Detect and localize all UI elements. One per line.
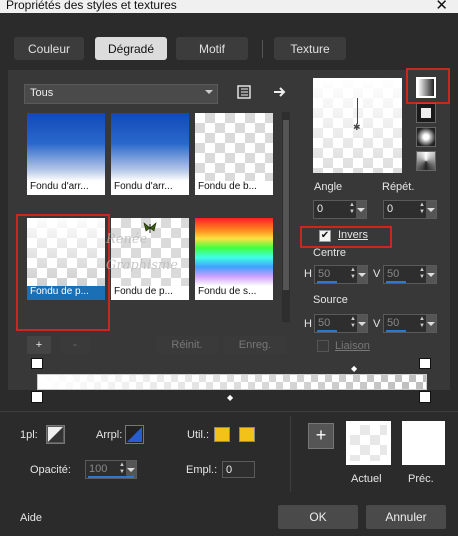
angle-indicator: [357, 98, 358, 124]
updown-icon[interactable]: ▲ ▼: [350, 267, 356, 281]
source-v-spinner[interactable]: 50 ▲ ▼: [383, 314, 437, 333]
reset-button[interactable]: Réinit.: [156, 336, 218, 354]
updown-icon[interactable]: ▲ ▼: [119, 462, 125, 476]
remove-gradient-button[interactable]: -: [60, 336, 90, 354]
gradient-caption: Fondu d'arr...: [111, 181, 189, 195]
add-to-swatches-button[interactable]: +: [308, 423, 334, 449]
updown-icon[interactable]: ▲ ▼: [349, 202, 355, 216]
empl-field[interactable]: 0: [222, 461, 255, 478]
color-stop-left[interactable]: [31, 391, 43, 403]
chevron-down-icon[interactable]: [426, 266, 436, 283]
updown-icon[interactable]: ▲ ▼: [419, 202, 425, 216]
watermark-line2: Graphisme: [106, 258, 178, 273]
gradient-preview: [195, 218, 273, 286]
color-stop-right[interactable]: [419, 391, 431, 403]
opacity-spinner[interactable]: 100 ▲ ▼: [85, 460, 137, 479]
cancel-button[interactable]: Annuler: [366, 505, 446, 529]
layer1-label: 1pl:: [20, 429, 38, 441]
radial-gradient-button[interactable]: [416, 127, 436, 147]
color-midpoint-marker[interactable]: ◆: [227, 393, 233, 402]
close-icon[interactable]: ✕: [435, 0, 448, 14]
center-h-label: H: [304, 268, 312, 280]
midpoint-marker[interactable]: ◆: [351, 364, 357, 373]
help-link[interactable]: Aide: [20, 512, 42, 524]
source-h-label: H: [304, 318, 312, 330]
sunburst-gradient-button[interactable]: [416, 151, 436, 171]
tab-texture[interactable]: Texture: [274, 37, 346, 60]
arrow-right-icon[interactable]: [272, 84, 288, 100]
source-label: Source: [313, 294, 348, 306]
center-v-label: V: [373, 268, 381, 280]
gradient-caption: Fondu d'arr...: [27, 181, 105, 195]
center-marker-icon: ✱: [353, 122, 361, 132]
gradient-bar[interactable]: [37, 374, 427, 390]
center-label: Centre: [313, 247, 347, 259]
library-filter-dropdown[interactable]: Tous: [24, 84, 218, 104]
window-title: Propriétés des styles et textures: [6, 0, 177, 12]
current-preview[interactable]: [346, 421, 391, 465]
opacity-label: Opacité:: [30, 464, 71, 476]
gradient-preview-large[interactable]: ✱: [313, 78, 402, 173]
link-label[interactable]: Liaison: [335, 340, 370, 352]
watermark-line1: Renée: [106, 232, 148, 247]
chevron-down-icon[interactable]: [357, 315, 367, 332]
repeat-label: Répét.: [382, 181, 415, 193]
angle-spinner[interactable]: 0 ▲ ▼: [313, 200, 367, 219]
save-gradient-button[interactable]: Enreg.: [224, 336, 286, 354]
angle-label: Angle: [314, 181, 343, 193]
empl-label: Empl.:: [186, 464, 218, 476]
add-gradient-button[interactable]: +: [27, 336, 51, 354]
source-h-spinner[interactable]: 50 ▲ ▼: [314, 314, 368, 333]
gradient-caption: Fondu de p...: [111, 286, 189, 300]
current-label: Actuel: [351, 473, 382, 485]
gradient-preview: [111, 113, 189, 181]
scrollbar-thumb[interactable]: [283, 120, 289, 290]
updown-icon[interactable]: ▲ ▼: [419, 316, 425, 330]
opacity-stop-left[interactable]: [31, 358, 43, 369]
chevron-down-icon[interactable]: [426, 201, 436, 218]
gradient-caption: Fondu de b...: [195, 181, 273, 195]
repeat-spinner[interactable]: 0 ▲ ▼: [383, 200, 437, 219]
util-color-swatch[interactable]: [214, 427, 230, 442]
tab-degrade[interactable]: Dégradé: [95, 37, 167, 60]
gradient-thumbnail[interactable]: Fondu de b...: [195, 113, 273, 195]
chevron-down-icon[interactable]: [426, 315, 436, 332]
invert-highlight: [300, 226, 392, 248]
library-filter-value: Tous: [30, 87, 54, 99]
arrpl-label: Arrpl:: [96, 429, 123, 441]
center-v-spinner[interactable]: 50 ▲ ▼: [383, 265, 437, 284]
updown-icon[interactable]: ▲ ▼: [419, 267, 425, 281]
gradient-caption: Fondu de s...: [195, 286, 273, 300]
tab-motif[interactable]: Motif: [176, 37, 248, 60]
title-bar: Propriétés des styles et textures ✕: [0, 0, 458, 14]
arrpl-stop-button[interactable]: [125, 425, 144, 444]
library-scrollbar[interactable]: [282, 112, 290, 322]
previous-preview[interactable]: [402, 421, 445, 465]
layer1-stop-type-button[interactable]: [46, 425, 65, 444]
link-checkbox[interactable]: [317, 340, 329, 352]
gradient-thumbnail[interactable]: Fondu d'arr...: [27, 113, 105, 195]
gradient-preview: [27, 113, 105, 181]
tab-couleur[interactable]: Couleur: [14, 37, 84, 60]
selection-highlight: [16, 214, 110, 331]
source-v-label: V: [373, 318, 381, 330]
opacity-stop-right[interactable]: [419, 358, 431, 369]
gradient-type-highlight: [406, 68, 450, 104]
chevron-down-icon: [205, 90, 213, 94]
gradient-preview: [195, 113, 273, 181]
chevron-down-icon[interactable]: [357, 266, 367, 283]
gradient-thumbnail[interactable]: Fondu d'arr...: [111, 113, 189, 195]
chevron-down-icon[interactable]: [356, 201, 366, 218]
ok-button[interactable]: OK: [278, 505, 358, 529]
updown-icon[interactable]: ▲ ▼: [350, 316, 356, 330]
rectangular-gradient-button[interactable]: [416, 103, 436, 123]
gradient-thumbnail[interactable]: Fondu de s...: [195, 218, 273, 300]
util-color-swatch-2[interactable]: [239, 427, 255, 442]
previous-label: Préc.: [408, 473, 434, 485]
library-menu-icon[interactable]: [236, 84, 252, 100]
tab-separator: [262, 40, 263, 58]
util-label: Util.:: [187, 429, 209, 441]
center-h-spinner[interactable]: 50 ▲ ▼: [314, 265, 368, 284]
